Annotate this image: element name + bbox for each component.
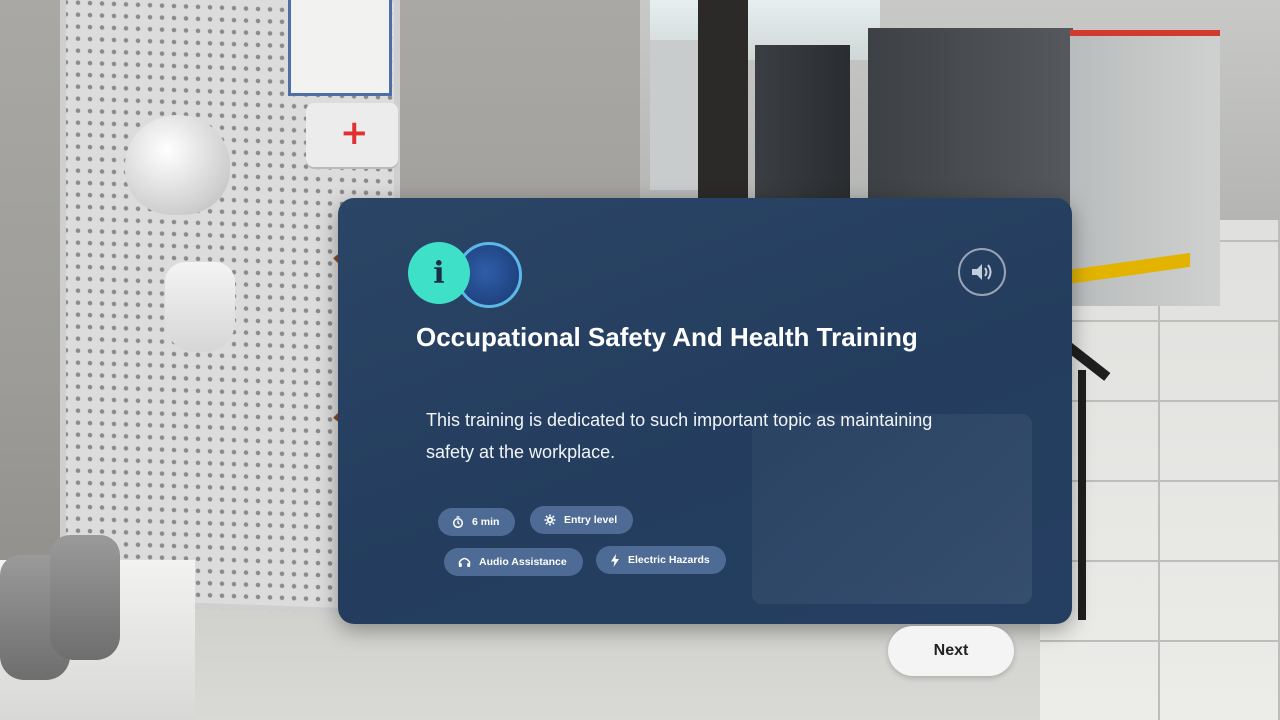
training-info-panel: i Occupational Safety And Health Trainin… — [338, 198, 1072, 624]
first-aid-kit — [306, 103, 398, 167]
electric-hazards-badge: Electric Hazards — [596, 546, 726, 574]
safety-helmet — [125, 115, 230, 215]
page-title: Occupational Safety And Health Training — [416, 322, 918, 352]
dark-cabinet — [755, 45, 850, 200]
duration-label: 6 min — [472, 516, 500, 528]
audio-assistance-label: Audio Assistance — [479, 556, 567, 568]
info-icon: i — [408, 242, 470, 304]
speaker-icon[interactable] — [958, 248, 1006, 296]
level-label: Entry level — [564, 514, 618, 526]
audio-assistance-badge: Audio Assistance — [444, 548, 583, 576]
railing-post — [1078, 370, 1086, 620]
safety-boots — [0, 535, 140, 680]
safety-gloves — [165, 262, 235, 352]
pillar — [698, 0, 748, 200]
training-description: This training is dedicated to such impor… — [426, 410, 933, 462]
test-report-sheet — [288, 0, 392, 96]
distant-cabinet — [650, 40, 700, 190]
headphones-icon — [458, 557, 471, 567]
electric-hazards-label: Electric Hazards — [628, 554, 710, 566]
duration-badge: 6 min — [438, 508, 516, 536]
training-logo: i — [408, 242, 522, 308]
gear-icon — [544, 514, 556, 526]
timer-icon — [452, 516, 464, 528]
next-button[interactable]: Next — [888, 626, 1014, 676]
level-badge: Entry level — [530, 506, 634, 534]
lightning-icon — [611, 553, 619, 567]
